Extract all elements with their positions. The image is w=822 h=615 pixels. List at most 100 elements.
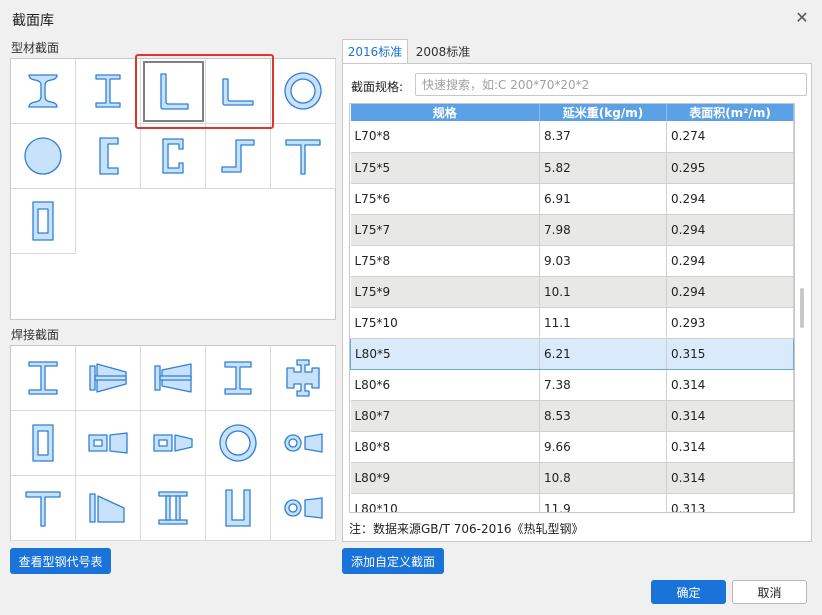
profile-shape-grid [10,58,336,320]
col-spec[interactable]: 规格 [350,104,540,121]
welded-cell-tapered-i[interactable] [141,346,206,411]
profile-cell-round-bar[interactable] [11,124,76,189]
welded-cell-welded-t[interactable] [11,476,76,541]
double-channel-icon [158,491,188,525]
welded-cell-tapered-pipe[interactable] [271,411,336,476]
dialog-title: 截面库 [12,13,54,29]
welded-cell-tapered-oval[interactable] [271,476,336,541]
cell-spec: L80*7 [350,400,540,432]
search-input[interactable] [415,73,807,96]
tab-2016[interactable]: 2016标准 [342,39,408,63]
profile-cell-lipped-channel[interactable] [141,124,206,189]
table-row[interactable]: L80*9 10.8 0.314 [350,462,794,494]
welded-section-label: 焊接截面 [11,328,60,342]
cell-weight: 7.38 [539,369,667,401]
welded-cell-welded-h[interactable] [206,346,271,411]
profile-cell-equal-angle[interactable] [141,59,206,124]
cross-section-icon [286,359,320,397]
tapered-box-icon [88,432,128,454]
profile-cell-unequal-angle[interactable] [206,59,271,124]
tapered-pipe-icon [284,433,323,453]
table-scrollbar[interactable] [797,103,807,513]
cell-spec: L80*10 [350,493,540,512]
welded-cell-tapered-box-2[interactable] [141,411,206,476]
welded-cell-welded-pipe[interactable] [206,411,271,476]
tab-2008[interactable]: 2008标准 [410,39,476,63]
table-row[interactable]: L75*6 6.91 0.294 [350,183,794,215]
cell-area: 0.295 [666,152,794,184]
table-row[interactable]: L80*10 11.9 0.313 [350,493,794,512]
cell-weight: 10.1 [539,276,667,308]
col-weight[interactable]: 延米重(kg/m) [539,104,667,121]
lipped-channel-icon [162,138,184,174]
welded-cell-welded-box[interactable] [11,411,76,476]
welded-cell-tapered-t[interactable] [76,476,141,541]
table-header: 规格 延米重(kg/m) 表面积(m²/m) [350,104,794,121]
profile-cell-i-beam[interactable] [11,59,76,124]
welded-h-icon [224,361,252,395]
profile-cell-channel[interactable] [76,124,141,189]
cell-weight: 11.9 [539,493,667,512]
cell-weight: 6.91 [539,183,667,215]
u-channel-icon [225,489,251,527]
data-source-note: 注：数据来源GB/T 706-2016《热轧型钢》 [349,522,584,536]
table-row[interactable]: L75*9 10.1 0.294 [350,276,794,308]
welded-cell-tapered-box[interactable] [76,411,141,476]
tapered-h-icon [89,363,127,393]
spec-table: 规格 延米重(kg/m) 表面积(m²/m) L70*8 8.37 0.274 L75… [350,104,794,512]
table-row[interactable]: L75*7 7.98 0.294 [350,214,794,246]
pipe-icon [284,72,322,110]
profile-section-label: 型材截面 [11,41,60,55]
table-row[interactable]: L80*7 8.53 0.314 [350,400,794,432]
welded-i-icon [28,361,58,395]
profile-cell-h-beam[interactable] [76,59,141,124]
table-row[interactable]: L75*5 5.82 0.295 [350,152,794,184]
welded-t-icon [25,491,61,527]
table-row[interactable]: L80*6 7.38 0.314 [350,369,794,401]
profile-cell-z-section[interactable] [206,124,271,189]
cell-weight: 6.21 [539,337,667,370]
welded-cell-double-channel[interactable] [141,476,206,541]
view-codes-button[interactable]: 查看型钢代号表 [10,548,111,574]
table-row[interactable]: L70*8 8.37 0.274 [350,121,794,153]
welded-cell-u-channel[interactable] [206,476,271,541]
welded-cell-cross-section[interactable] [271,346,336,411]
tapered-t-icon [89,493,125,523]
cell-spec: L80*9 [350,462,540,494]
table-row[interactable]: L75*8 9.03 0.294 [350,245,794,277]
cell-weight: 11.1 [539,307,667,339]
z-section-icon [221,139,255,173]
profile-cell-pipe[interactable] [271,59,336,124]
ok-button[interactable]: 确定 [651,580,726,604]
welded-cell-tapered-h[interactable] [76,346,141,411]
close-icon[interactable]: ✕ [794,10,810,26]
cell-area: 0.293 [666,307,794,339]
cell-spec: L75*7 [350,214,540,246]
cell-weight: 9.03 [539,245,667,277]
scroll-thumb[interactable] [800,288,804,328]
table-row[interactable]: L75*10 11.1 0.293 [350,307,794,339]
cell-weight: 9.66 [539,431,667,463]
table-row[interactable]: L80*5 6.21 0.315 [350,337,794,370]
i-beam-icon [28,74,58,108]
welded-shape-grid [10,345,336,541]
cell-area: 0.313 [666,493,794,512]
table-row[interactable]: L80*8 9.66 0.314 [350,431,794,463]
channel-icon [99,137,119,175]
cell-spec: L80*5 [350,337,540,370]
cell-spec: L75*5 [350,152,540,184]
cancel-button[interactable]: 取消 [732,580,807,604]
tapered-box-2-icon [153,434,193,452]
unequal-angle-icon [222,78,254,106]
cell-weight: 10.8 [539,462,667,494]
cell-weight: 8.53 [539,400,667,432]
cell-area: 0.294 [666,214,794,246]
col-area[interactable]: 表面积(m²/m) [666,104,794,121]
search-label: 截面规格: [351,80,404,94]
rect-tube-icon [32,201,54,241]
profile-cell-t-section[interactable] [271,124,336,189]
profile-cell-rect-tube[interactable] [11,189,76,254]
add-custom-section-button[interactable]: 添加自定义截面 [342,548,444,574]
welded-cell-welded-i[interactable] [11,346,76,411]
equal-angle-icon [160,73,189,110]
